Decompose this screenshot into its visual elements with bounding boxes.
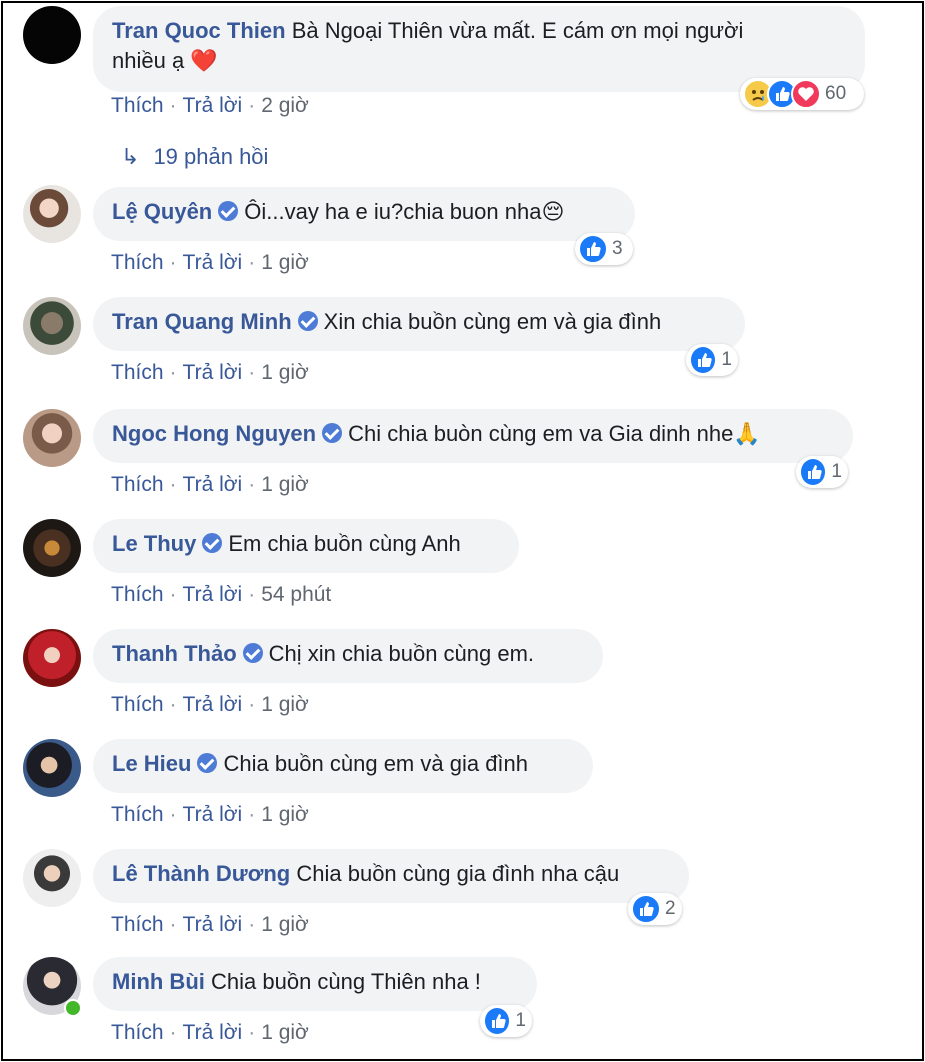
comment-text: Chia buồn cùng gia đình nha cậu — [296, 861, 620, 886]
like-reaction-icon — [799, 457, 828, 487]
reaction-summary[interactable]: 1 — [686, 344, 738, 376]
comment-text: Chia buồn cùng em và gia đình — [223, 751, 529, 776]
avatar[interactable] — [23, 849, 81, 907]
comment-actions: Thích · Trả lời · 54 phút — [111, 583, 332, 606]
comment-bubble: Tran Quang Minh Xin chia buồn cùng em và … — [93, 297, 745, 351]
view-replies-link[interactable]: ↳ 19 phản hồi — [121, 144, 268, 170]
avatar[interactable] — [23, 409, 81, 467]
comment-text: Chia buồn cùng Thiên nha ! — [211, 969, 481, 994]
reply-link[interactable]: Trả lời — [183, 94, 243, 117]
reply-link[interactable]: Trả lời — [183, 913, 243, 936]
avatar[interactable] — [23, 519, 81, 577]
like-link[interactable]: Thích — [111, 803, 164, 826]
like-link[interactable]: Thích — [111, 693, 164, 716]
reply-link[interactable]: Trả lời — [183, 361, 243, 384]
reaction-count: 1 — [831, 461, 842, 482]
comment-bubble: Le Hieu Chia buồn cùng em và gia đình — [93, 739, 593, 793]
reply-link[interactable]: Trả lời — [183, 251, 243, 274]
comment-author[interactable]: Tran Quoc Thien — [112, 18, 286, 43]
comment-time[interactable]: 1 giờ — [261, 913, 309, 936]
comment-time[interactable]: 1 giờ — [261, 693, 309, 716]
heart-emoji: ❤️ — [190, 48, 218, 73]
comment-author[interactable]: Ngoc Hong Nguyen — [112, 421, 316, 446]
like-link[interactable]: Thích — [111, 583, 164, 606]
reaction-summary[interactable]: 1 — [480, 1005, 532, 1037]
comment-author[interactable]: Lê Thành Dương — [112, 861, 290, 886]
reaction-count: 3 — [612, 238, 623, 259]
comment-author[interactable]: Le Hieu — [112, 751, 191, 776]
comment-text: Chi chia buòn cùng em va Gia dinh nhe🙏 — [348, 421, 761, 446]
reaction-summary[interactable]: 1 — [796, 456, 848, 488]
comment-actions: Thích · Trả lời · 1 giờ — [111, 913, 309, 936]
reaction-summary[interactable]: 2 — [628, 893, 682, 925]
comment-actions: Thích · Trả lời · 1 giờ — [111, 251, 309, 274]
comment-time[interactable]: 1 giờ — [261, 803, 309, 826]
comment-thread: Tran Quoc Thien Bà Ngoại Thiên vừa mất. … — [1, 1, 924, 1061]
reaction-summary[interactable]: 60 — [740, 78, 864, 110]
comment-actions: Thích · Trả lời · 1 giờ — [111, 473, 309, 496]
like-reaction-icon — [689, 345, 718, 375]
comment-text: Chị xin chia buồn cùng em. — [268, 641, 535, 666]
comment-author[interactable]: Tran Quang Minh — [112, 309, 292, 334]
comment-bubble: Le Thuy Em chia buồn cùng Anh — [93, 519, 519, 573]
comment-bubble: Minh Bùi Chia buồn cùng Thiên nha ! — [93, 957, 537, 1011]
reply-link[interactable]: Trả lời — [183, 1021, 243, 1044]
like-link[interactable]: Thích — [111, 251, 164, 274]
verified-badge-icon — [322, 423, 343, 443]
verified-badge-icon — [202, 533, 223, 553]
comment-author[interactable]: Lệ Quyên — [112, 199, 212, 224]
comment-author[interactable]: Thanh Thảo — [112, 641, 237, 666]
avatar[interactable] — [23, 297, 81, 355]
comment-actions: Thích · Trả lời · 2 giờ — [111, 94, 309, 117]
online-status-icon — [64, 999, 82, 1017]
comment-actions: Thích · Trả lời · 1 giờ — [111, 361, 309, 384]
reply-link[interactable]: Trả lời — [183, 693, 243, 716]
like-link[interactable]: Thích — [111, 361, 164, 384]
verified-badge-icon — [242, 643, 263, 663]
comment-text: Xin chia buồn cùng em và gia đình — [323, 309, 662, 334]
love-reaction-icon — [791, 79, 821, 109]
avatar[interactable] — [23, 6, 81, 64]
avatar[interactable] — [23, 185, 81, 243]
like-link[interactable]: Thích — [111, 94, 164, 117]
reaction-count: 60 — [825, 83, 847, 104]
like-link[interactable]: Thích — [111, 473, 164, 496]
comment-time[interactable]: 1 giờ — [261, 473, 309, 496]
like-reaction-icon — [483, 1006, 512, 1036]
comment-author[interactable]: Le Thuy — [112, 531, 196, 556]
verified-badge-icon — [297, 311, 318, 331]
reply-arrow-icon: ↳ — [121, 144, 140, 169]
comment-time[interactable]: 1 giờ — [261, 251, 309, 274]
verified-badge-icon — [218, 201, 239, 221]
reply-link[interactable]: Trả lời — [183, 803, 243, 826]
comment-bubble: Ngoc Hong Nguyen Chi chia buòn cùng em va… — [93, 409, 853, 463]
reaction-count: 1 — [721, 349, 732, 370]
like-link[interactable]: Thích — [111, 913, 164, 936]
reaction-count: 1 — [515, 1010, 526, 1031]
avatar[interactable] — [23, 739, 81, 797]
comment-time[interactable]: 54 phút — [261, 583, 331, 606]
comment-bubble: Lê Thành Dương Chia buồn cùng gia đình n… — [93, 849, 689, 903]
comment-author[interactable]: Minh Bùi — [112, 969, 205, 994]
like-reaction-icon — [631, 894, 661, 924]
comment-text: Em chia buồn cùng Anh — [228, 531, 461, 556]
comment-actions: Thích · Trả lời · 1 giờ — [111, 1021, 309, 1044]
comment-time[interactable]: 1 giờ — [261, 361, 309, 384]
comment-bubble: Thanh Thảo Chị xin chia buồn cùng em. — [93, 629, 603, 683]
comment-time[interactable]: 1 giờ — [261, 1021, 309, 1044]
reaction-count: 2 — [665, 898, 676, 919]
comment-actions: Thích · Trả lời · 1 giờ — [111, 693, 309, 716]
reply-link[interactable]: Trả lời — [183, 473, 243, 496]
comment-text: Ôi...vay ha e iu?chia buon nha😔 — [244, 199, 565, 224]
comment-actions: Thích · Trả lời · 1 giờ — [111, 803, 309, 826]
like-reaction-icon — [578, 234, 608, 264]
reaction-summary[interactable]: 3 — [575, 233, 633, 265]
avatar[interactable] — [23, 629, 81, 687]
verified-badge-icon — [197, 753, 218, 773]
reply-link[interactable]: Trả lời — [183, 583, 243, 606]
like-link[interactable]: Thích — [111, 1021, 164, 1044]
comment-bubble: Lệ Quyên Ôi...vay ha e iu?chia buon nha😔 — [93, 187, 635, 241]
comment-time[interactable]: 2 giờ — [261, 94, 309, 117]
